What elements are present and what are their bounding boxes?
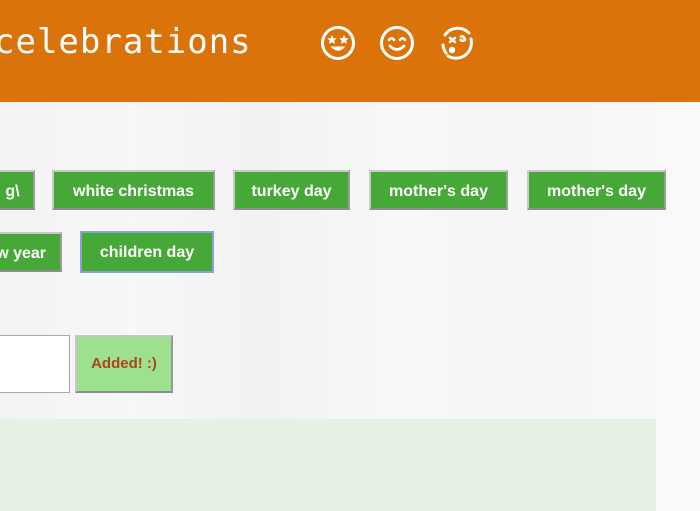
tag-button[interactable]: w year bbox=[0, 232, 62, 272]
tag-button[interactable]: turkey day bbox=[233, 170, 350, 210]
tag-button[interactable]: mother's day bbox=[369, 170, 508, 210]
header-bar: celebrations bbox=[0, 0, 700, 102]
new-tag-input[interactable] bbox=[0, 335, 70, 393]
results-panel bbox=[0, 419, 656, 511]
tag-button-active[interactable]: children day bbox=[80, 231, 214, 273]
tag-button[interactable]: g\ bbox=[0, 170, 35, 210]
star-struck-face-icon bbox=[320, 25, 356, 61]
tag-button[interactable]: mother's day bbox=[527, 170, 666, 210]
page: celebrations g\ white christmas turkey d… bbox=[0, 0, 700, 511]
smiling-face-icon bbox=[379, 25, 415, 61]
dizzy-face-icon bbox=[439, 25, 475, 61]
page-title: celebrations bbox=[0, 22, 252, 62]
tag-button[interactable]: white christmas bbox=[52, 170, 215, 210]
add-button[interactable]: Added! :) bbox=[75, 335, 173, 393]
